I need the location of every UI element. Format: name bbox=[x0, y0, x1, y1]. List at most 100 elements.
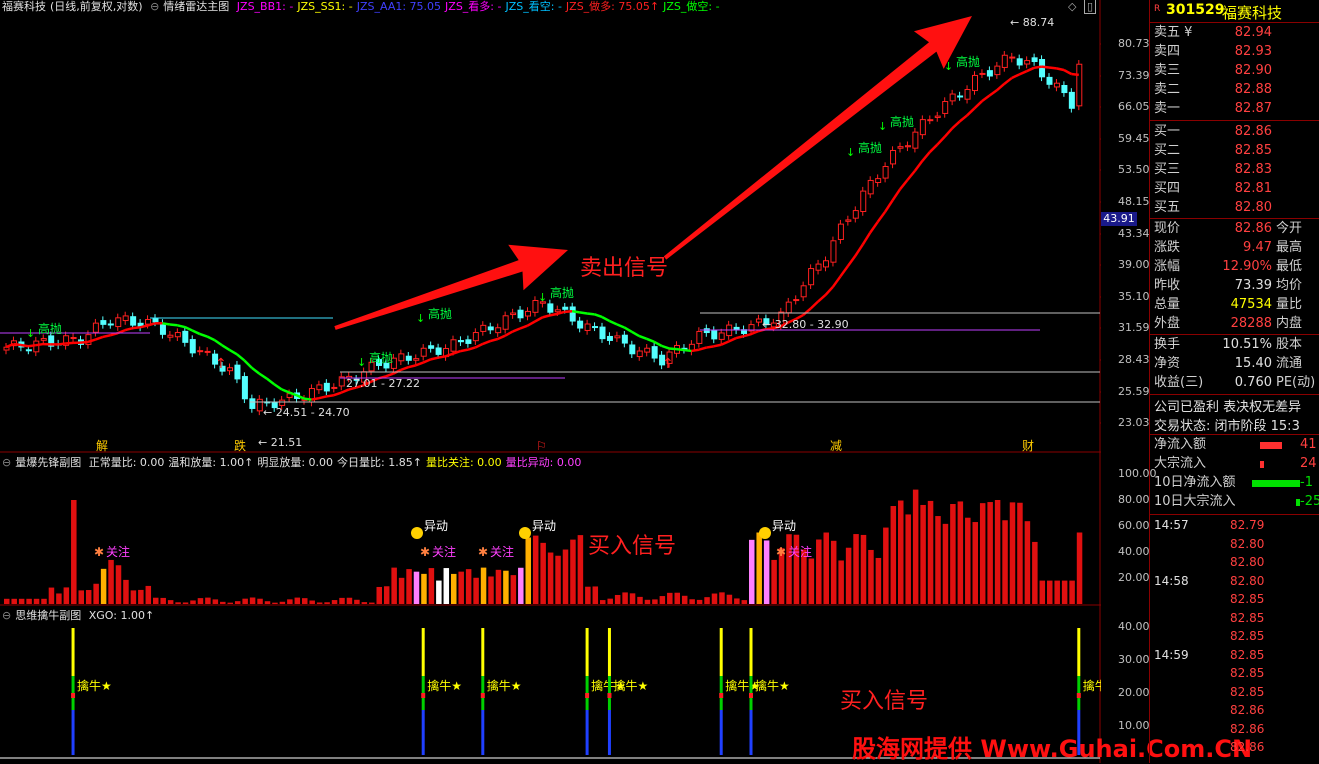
diamond-icon[interactable]: ◇ bbox=[1068, 0, 1076, 13]
moving-average-segment bbox=[945, 128, 952, 136]
range-label: 27.01 - 27.22 bbox=[346, 377, 420, 390]
y-tick: 53.50 bbox=[1118, 163, 1150, 176]
volume-bar bbox=[660, 596, 666, 604]
event-marker: 减 bbox=[830, 439, 842, 453]
volume-bar bbox=[257, 599, 263, 604]
indicator-toggle-icon[interactable]: ⊖ bbox=[2, 456, 11, 469]
moving-average-segment bbox=[1042, 67, 1049, 68]
current-price-tag: 43.91 bbox=[1101, 212, 1137, 226]
volume-bar bbox=[727, 595, 733, 604]
candle-body bbox=[883, 167, 888, 179]
candle-body bbox=[935, 116, 940, 117]
bull-signal-label: 擒牛★ bbox=[613, 678, 648, 693]
volume-bar bbox=[41, 599, 47, 604]
focus-label: 关注 bbox=[106, 544, 130, 559]
range-label: ← 32.80 - 32.90 bbox=[762, 318, 849, 331]
quote-panel: R 301529 福赛科技 卖五 ¥82.94卖四82.93卖三82.90卖二8… bbox=[1149, 0, 1319, 763]
moving-average-segment bbox=[237, 354, 244, 360]
tick-price: 82.79 bbox=[1230, 516, 1264, 534]
sell-signal-label: 高抛 bbox=[428, 306, 452, 321]
param-value: JZS_做空: - bbox=[663, 0, 719, 13]
moving-average-segment bbox=[602, 317, 609, 321]
volume-bar bbox=[1010, 502, 1016, 604]
buy-signal-annotation-2: 买入信号 bbox=[840, 683, 928, 715]
main-candlestick-chart[interactable]: ← 24.51 - 24.7027.01 - 27.22← 32.80 - 32… bbox=[0, 0, 1101, 763]
row-label: 涨跌 bbox=[1154, 239, 1180, 257]
candle-body bbox=[734, 327, 739, 329]
candle-body bbox=[1010, 57, 1015, 58]
volume-bar bbox=[123, 580, 129, 604]
candle-body bbox=[280, 400, 285, 405]
volume-bar bbox=[682, 596, 688, 604]
row-value: 82.80 bbox=[1220, 199, 1272, 217]
indicator-name[interactable]: 情绪雷达主图 bbox=[163, 0, 229, 13]
row-right-label: 最低 bbox=[1276, 258, 1302, 276]
tick-row: 82.85 bbox=[1150, 683, 1319, 701]
indicator-toggle-icon[interactable]: ⊖ bbox=[150, 0, 159, 13]
bottom-panel-title[interactable]: 思维擒牛副图 bbox=[15, 609, 81, 622]
candle-body bbox=[824, 261, 829, 267]
candle-body bbox=[26, 350, 31, 351]
moneybag-icon bbox=[411, 527, 423, 539]
volume-bar bbox=[645, 600, 651, 604]
row-label: 总量 bbox=[1154, 296, 1180, 314]
moving-average-segment bbox=[326, 395, 333, 396]
trend-arrow-shape bbox=[327, 227, 575, 351]
volume-panel-title[interactable]: 量爆先锋副图 bbox=[15, 456, 81, 469]
volume-bar bbox=[354, 600, 360, 604]
moving-average-segment bbox=[341, 390, 348, 393]
volume-bar bbox=[272, 603, 278, 604]
y-tick: 73.39 bbox=[1118, 69, 1150, 82]
candle-body bbox=[235, 365, 240, 379]
flow-label: 净流入额 bbox=[1154, 436, 1206, 454]
volume-bar bbox=[168, 600, 174, 604]
y-tick: 35.10 bbox=[1118, 290, 1150, 303]
volume-bar bbox=[920, 505, 926, 604]
candle-body bbox=[838, 224, 843, 239]
moving-average-segment bbox=[252, 368, 259, 374]
volume-bar bbox=[228, 603, 234, 604]
row-label: 买三 bbox=[1154, 161, 1180, 179]
candle-body bbox=[973, 75, 978, 90]
moving-average-segment bbox=[751, 331, 758, 334]
candle-body bbox=[458, 341, 463, 342]
y-tick: 60.00 bbox=[1118, 519, 1150, 532]
candle-body bbox=[242, 377, 247, 399]
volume-bar bbox=[71, 500, 77, 604]
volume-bar bbox=[1062, 581, 1068, 604]
moving-average-segment bbox=[893, 189, 900, 200]
candle-body bbox=[809, 269, 814, 285]
row-right-label: PE(动) bbox=[1276, 374, 1315, 392]
candle-body bbox=[995, 66, 1000, 74]
moving-average-segment bbox=[386, 374, 393, 377]
moneybag-icon bbox=[759, 527, 771, 539]
moving-average-segment bbox=[617, 324, 624, 327]
moving-average-segment bbox=[982, 96, 989, 102]
volume-bar bbox=[250, 598, 256, 604]
moving-average-segment bbox=[304, 399, 311, 400]
moving-average-segment bbox=[200, 334, 207, 337]
candle-body bbox=[317, 385, 322, 390]
volume-bar bbox=[756, 533, 762, 604]
chart-area[interactable]: ← 24.51 - 24.7027.01 - 27.22← 32.80 - 32… bbox=[0, 0, 1101, 763]
param-value: 温和放量: 1.00↑ bbox=[168, 456, 253, 469]
moving-average-segment bbox=[416, 363, 423, 366]
bottom-panel-param: XGO: 1.00↑ bbox=[89, 609, 154, 622]
moving-average-segment bbox=[431, 358, 438, 360]
indicator-toggle-icon[interactable]: ⊖ bbox=[2, 609, 11, 622]
moving-average-segment bbox=[811, 302, 818, 309]
volume-bar bbox=[1017, 503, 1023, 604]
candle-body bbox=[563, 307, 568, 309]
moving-average-segment bbox=[475, 344, 482, 348]
bid-row: 买一82.86 bbox=[1150, 123, 1319, 141]
candle-body bbox=[175, 333, 180, 337]
restore-icon[interactable]: ▯ bbox=[1084, 0, 1096, 14]
param-value: JZS_看多: - bbox=[445, 0, 501, 13]
volume-bar bbox=[339, 598, 345, 604]
flow-label: 大宗流入 bbox=[1154, 455, 1206, 473]
down-arrow-icon: ↓ bbox=[846, 146, 855, 159]
candle-body bbox=[518, 310, 523, 318]
volume-bar bbox=[146, 586, 152, 604]
candle-body bbox=[958, 96, 963, 97]
candle-body bbox=[1002, 55, 1007, 67]
